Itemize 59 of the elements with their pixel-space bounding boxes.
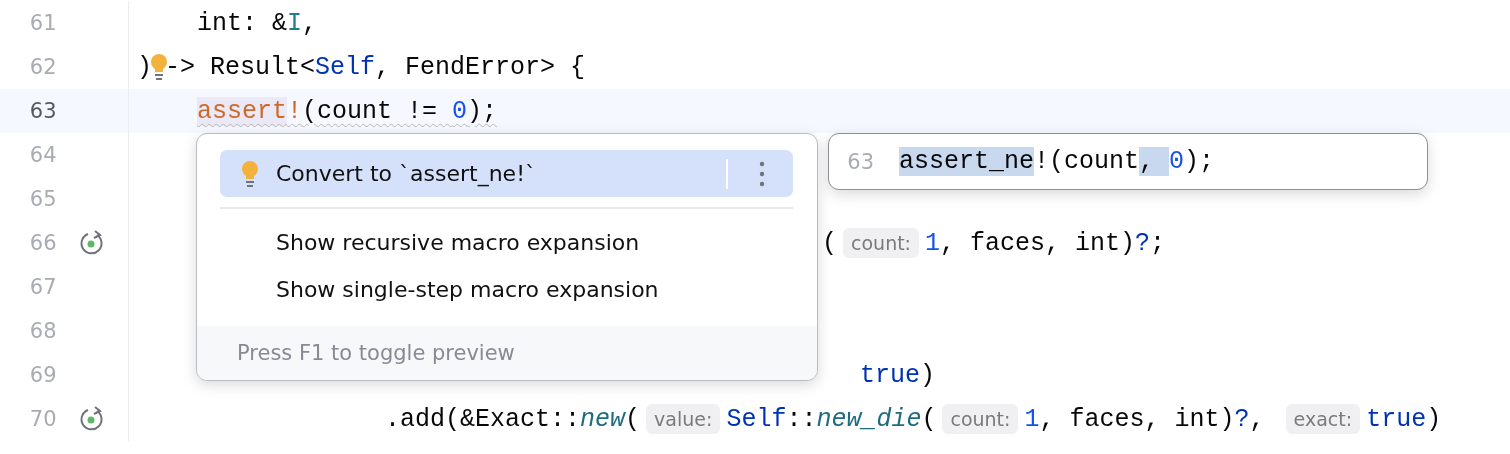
code-text: ,: [1139, 147, 1170, 176]
code-text: Self: [726, 404, 787, 434]
line-number: 64: [28, 143, 57, 167]
line-number: 66: [28, 231, 57, 255]
line-number: 63: [846, 149, 874, 174]
line-number: 68: [28, 319, 57, 343]
code-text: (: [822, 228, 837, 258]
code-text: 0: [1169, 147, 1185, 176]
code-text: ?: [1234, 404, 1250, 434]
code-text: ,: [302, 8, 318, 38]
code-text: (count !=: [302, 96, 439, 126]
code-text: !(count: [1034, 147, 1140, 176]
line-number: 65: [28, 187, 57, 211]
code-text: new: [580, 404, 626, 434]
parameter-hint: exact:: [1285, 404, 1361, 434]
code-text: assert_ne: [899, 147, 1035, 176]
lightbulb-icon[interactable]: [149, 53, 169, 81]
line-number: 70: [28, 407, 57, 431]
code-text: ): [920, 360, 936, 390]
code-text: 0: [452, 96, 468, 126]
code-text: int: &: [197, 8, 287, 38]
code-text: ): [1426, 404, 1442, 434]
code-text: );: [1184, 147, 1215, 176]
code-text: !: [287, 96, 303, 126]
code-text: ;: [1150, 228, 1166, 258]
code-text: );: [467, 96, 498, 126]
code-text: , faces, int): [1039, 404, 1235, 434]
code-text: (: [921, 404, 937, 434]
code-text: -> Result<: [165, 52, 316, 82]
line-number: 69: [28, 363, 57, 387]
code-text: 1: [925, 228, 941, 258]
code-text: new_die: [816, 404, 922, 434]
code-text: , FendError> {: [375, 52, 586, 82]
code-text: , faces, int): [940, 228, 1136, 258]
code-text: assert: [197, 96, 287, 126]
menu-item[interactable]: Convert to `assert_ne!`: [220, 150, 793, 197]
more-options-icon[interactable]: [759, 160, 765, 187]
code-text: ::: [786, 404, 817, 434]
parameter-hint: count:: [843, 228, 920, 258]
code-text: I: [287, 8, 303, 38]
line-number: 63: [28, 99, 57, 123]
line-number: 61: [28, 11, 57, 35]
line-number: 62: [28, 55, 57, 79]
code-text: true: [1366, 404, 1427, 434]
parameter-hint: count:: [942, 404, 1019, 434]
parameter-hint: value:: [646, 404, 721, 434]
code-text: true: [860, 360, 920, 390]
menu-item[interactable]: Show single-step macro expansion: [220, 266, 793, 313]
lightbulb-icon[interactable]: [240, 159, 260, 188]
code-text: ?: [1135, 228, 1151, 258]
menu-item[interactable]: Show recursive macro expansion: [220, 219, 793, 266]
code-text: ,: [1249, 404, 1266, 434]
code-text: .add(&Exact::: [385, 404, 581, 434]
code-text: 1: [1024, 404, 1040, 434]
code-text: Self: [315, 52, 376, 82]
code-text: (: [625, 404, 641, 434]
line-number: 67: [28, 275, 57, 299]
code-text: ): [137, 52, 152, 82]
hint-text: Press F1 to toggle preview: [237, 341, 515, 365]
